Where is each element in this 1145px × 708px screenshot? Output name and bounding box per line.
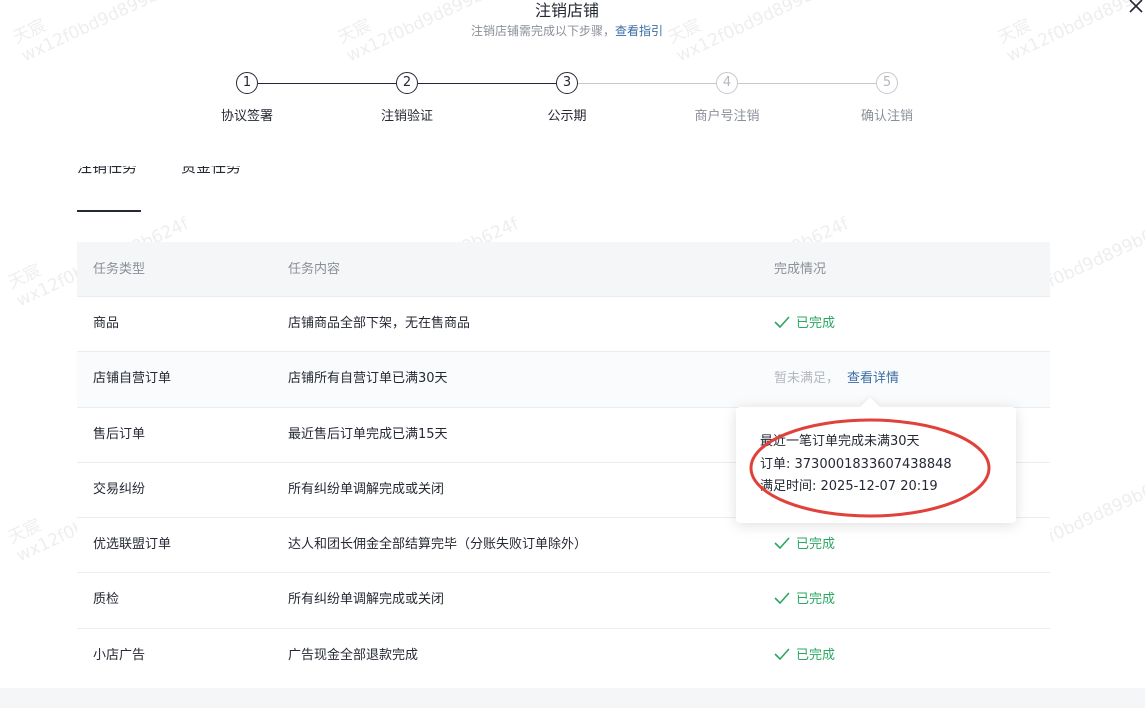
step-connector <box>418 83 556 84</box>
table-row: 质检 所有纠纷单调解完成或关闭 已完成 <box>77 573 1050 629</box>
task-status: 已完成 <box>774 297 835 351</box>
step-connector <box>738 83 876 84</box>
task-type: 质检 <box>93 592 120 608</box>
popover-reason: 最近一笔订单完成未满30天 <box>760 434 920 449</box>
task-type: 优选联盟订单 <box>93 537 172 553</box>
step-3-circle: 3 <box>556 72 578 94</box>
check-icon <box>774 592 790 605</box>
status-text: 已完成 <box>796 647 836 663</box>
table-header: 任务类型 任务内容 完成情况 <box>77 242 1050 297</box>
step-5-label: 确认注销 <box>860 109 913 124</box>
task-type: 售后订单 <box>93 426 146 442</box>
check-icon <box>774 648 790 660</box>
step-2-label: 注销验证 <box>380 109 433 124</box>
task-content: 店铺所有自营订单已满30天 <box>288 371 448 387</box>
status-text: 已完成 <box>796 537 836 553</box>
close-shop-modal: 天宸 wx12f0bd9d899b624f 天宸 wx12f0bd9d899b624… <box>0 0 1145 708</box>
status-text: 已完成 <box>796 316 836 331</box>
table-row: 商品 店铺商品全部下架，无在售商品 已完成 <box>77 297 1050 353</box>
task-content: 所有纠纷单调解完成或关闭 <box>288 481 445 497</box>
task-content: 广告现金全部退款完成 <box>288 647 419 663</box>
active-tab-indicator <box>77 210 141 212</box>
tab-fund-tasks[interactable]: 资金任务 <box>181 166 241 186</box>
task-status: 已完成 <box>774 629 835 683</box>
task-status: 已完成 <box>774 573 835 627</box>
footer-strip <box>0 688 1145 708</box>
task-status: 已完成 <box>774 518 835 572</box>
task-type: 店铺自营订单 <box>93 371 172 387</box>
task-status: 暂未满足， 查看详情 <box>774 352 899 406</box>
task-content: 店铺商品全部下架，无在售商品 <box>288 316 471 331</box>
step-5-circle: 5 <box>876 72 898 94</box>
step-1-label: 协议签署 <box>220 109 273 124</box>
check-icon <box>774 316 790 328</box>
tab-label: 资金任务 <box>181 166 242 176</box>
status-text: 已完成 <box>796 592 836 608</box>
popover-order-id: 订单: 3730001833607438848 <box>760 457 952 472</box>
task-content: 达人和团长佣金全部结算完毕（分账失败订单除外） <box>288 537 588 553</box>
step-connector <box>258 83 396 84</box>
step-connector <box>578 83 716 84</box>
task-content: 所有纠纷单调解完成或关闭 <box>288 592 445 608</box>
step-1-circle: 1 <box>236 72 258 94</box>
step-2-circle: 2 <box>396 72 418 94</box>
step-4-label: 商户号注销 <box>694 109 760 124</box>
table-row: 优选联盟订单 达人和团长佣金全部结算完毕（分账失败订单除外） 已完成 <box>77 518 1050 574</box>
step-progress: 1 2 3 4 5 协议签署 注销验证 公示期 商户号注销 确认注销 <box>0 0 1145 140</box>
header-task-type: 任务类型 <box>93 262 146 277</box>
table-row: 店铺自营订单 店铺所有自营订单已满30天 暂未满足， 查看详情 <box>77 352 1050 408</box>
step-3-label: 公示期 <box>547 109 587 124</box>
step-4-circle: 4 <box>716 72 738 94</box>
tab-close-tasks[interactable]: 注销任务 <box>77 166 137 186</box>
header-status: 完成情况 <box>774 262 827 277</box>
popover-satisfy-time: 满足时间: 2025-12-07 20:19 <box>760 479 938 494</box>
tab-label: 注销任务 <box>77 166 138 176</box>
header-task-content: 任务内容 <box>288 262 341 277</box>
task-type: 小店广告 <box>93 647 146 663</box>
task-type: 商品 <box>93 316 120 331</box>
task-type: 交易纠纷 <box>93 481 146 497</box>
task-content: 最近售后订单完成已满15天 <box>288 426 448 442</box>
status-text: 暂未满足， <box>774 371 840 387</box>
view-details-link[interactable]: 查看详情 <box>847 371 899 386</box>
check-icon <box>774 537 790 550</box>
table-row: 小店广告 广告现金全部退款完成 已完成 <box>77 628 1050 685</box>
